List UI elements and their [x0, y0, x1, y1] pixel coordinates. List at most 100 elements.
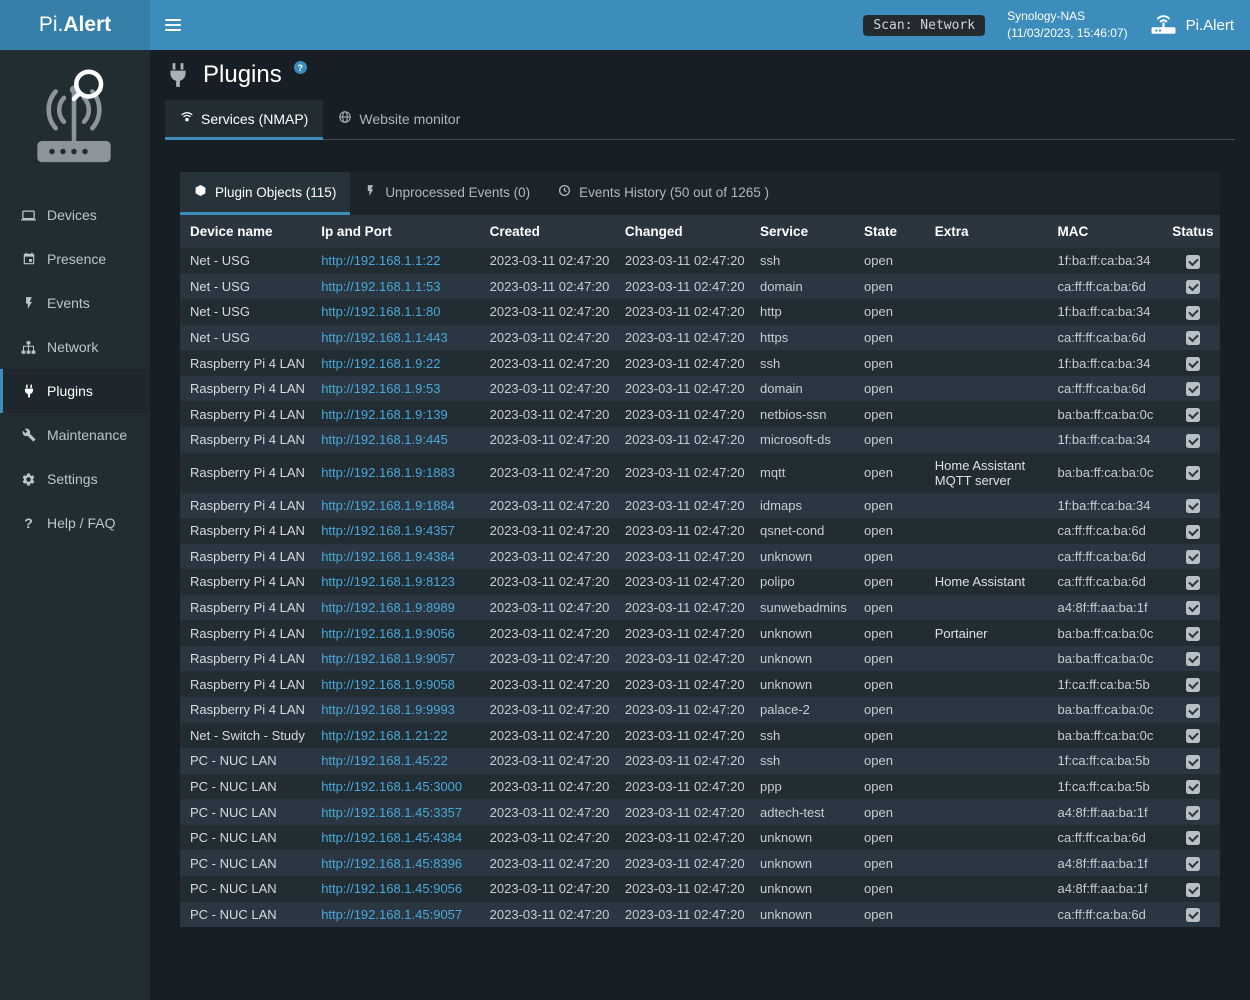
- sidebar-item-settings[interactable]: Settings: [0, 457, 150, 501]
- status-checkbox[interactable]: [1186, 678, 1200, 692]
- status-checkbox[interactable]: [1186, 331, 1200, 345]
- ip-port-link[interactable]: http://192.168.1.45:4384: [321, 830, 462, 845]
- clock-icon: [558, 184, 571, 200]
- ip-port-link[interactable]: http://192.168.1.1:53: [321, 279, 440, 294]
- cell-state: open: [858, 401, 929, 427]
- ip-port-link[interactable]: http://192.168.1.9:9058: [321, 677, 455, 692]
- col-header-state[interactable]: State: [858, 215, 929, 248]
- sidebar-item-label: Plugins: [47, 383, 93, 399]
- col-header-ip-and-port[interactable]: Ip and Port: [315, 215, 483, 248]
- ip-port-link[interactable]: http://192.168.1.9:8989: [321, 600, 455, 615]
- ip-port-link[interactable]: http://192.168.1.9:22: [321, 356, 440, 371]
- ip-port-link[interactable]: http://192.168.1.9:9057: [321, 651, 455, 666]
- ip-port-link[interactable]: http://192.168.1.45:22: [321, 753, 448, 768]
- cell-created: 2023-03-11 02:47:20: [484, 299, 619, 325]
- col-header-created[interactable]: Created: [484, 215, 619, 248]
- subtab-label: Plugin Objects (115): [215, 185, 336, 200]
- subtab-unprocessed-events[interactable]: Unprocessed Events (0): [350, 172, 544, 215]
- ip-port-link[interactable]: http://192.168.1.45:9057: [321, 907, 462, 922]
- status-checkbox[interactable]: [1186, 306, 1200, 320]
- ip-port-link[interactable]: http://192.168.1.9:8123: [321, 574, 455, 589]
- cell-mac: ba:ba:ff:ca:ba:0c: [1051, 401, 1165, 427]
- sidebar-item-network[interactable]: Network: [0, 325, 150, 369]
- status-checkbox[interactable]: [1186, 729, 1200, 743]
- col-header-device-name[interactable]: Device name: [180, 215, 315, 248]
- status-checkbox[interactable]: [1186, 499, 1200, 513]
- sidebar-item-help-faq[interactable]: ? Help / FAQ: [0, 501, 150, 545]
- sidebar-item-devices[interactable]: Devices: [0, 193, 150, 237]
- help-badge[interactable]: ?: [294, 61, 307, 74]
- status-checkbox[interactable]: [1186, 755, 1200, 769]
- cell-state: open: [858, 774, 929, 800]
- sidebar: Devices Presence Events Network Plugins …: [0, 50, 150, 1000]
- status-checkbox[interactable]: [1186, 408, 1200, 422]
- cell-extra: Portainer: [929, 620, 1052, 646]
- status-checkbox[interactable]: [1186, 806, 1200, 820]
- ip-port-link[interactable]: http://192.168.1.9:53: [321, 381, 440, 396]
- cell-ip-port: http://192.168.1.21:22: [315, 723, 483, 749]
- cell-device-name: Net - USG: [180, 274, 315, 300]
- ip-port-link[interactable]: http://192.168.1.45:3000: [321, 779, 462, 794]
- ip-port-link[interactable]: http://192.168.1.9:1884: [321, 498, 455, 513]
- tab-website-monitor[interactable]: Website monitor: [323, 100, 475, 140]
- subtab-plugin-objects[interactable]: Plugin Objects (115): [180, 172, 350, 215]
- cell-created: 2023-03-11 02:47:20: [484, 697, 619, 723]
- status-checkbox[interactable]: [1186, 255, 1200, 269]
- status-checkbox[interactable]: [1186, 652, 1200, 666]
- table-row: Net - USGhttp://192.168.1.1:532023-03-11…: [180, 274, 1220, 300]
- ip-port-link[interactable]: http://192.168.1.45:9056: [321, 881, 462, 896]
- cell-status: [1166, 748, 1220, 774]
- cell-ip-port: http://192.168.1.9:1884: [315, 493, 483, 519]
- col-header-service[interactable]: Service: [754, 215, 858, 248]
- cell-mac: ca:ff:ff:ca:ba:6d: [1051, 825, 1165, 851]
- status-checkbox[interactable]: [1186, 434, 1200, 448]
- status-checkbox[interactable]: [1186, 525, 1200, 539]
- subtab-events-history[interactable]: Events History (50 out of 1265 ): [544, 172, 783, 215]
- cell-state: open: [858, 350, 929, 376]
- status-checkbox[interactable]: [1186, 601, 1200, 615]
- ip-port-link[interactable]: http://192.168.1.1:80: [321, 304, 440, 319]
- cell-extra: [929, 493, 1052, 519]
- sidebar-item-maintenance[interactable]: Maintenance: [0, 413, 150, 457]
- table-row: Raspberry Pi 4 LANhttp://192.168.1.9:435…: [180, 518, 1220, 544]
- status-checkbox[interactable]: [1186, 357, 1200, 371]
- gear-icon: [20, 472, 37, 487]
- sidebar-toggle-button[interactable]: [150, 0, 196, 50]
- status-checkbox[interactable]: [1186, 550, 1200, 564]
- status-checkbox[interactable]: [1186, 382, 1200, 396]
- sidebar-item-plugins[interactable]: Plugins: [0, 369, 150, 413]
- status-checkbox[interactable]: [1186, 627, 1200, 641]
- ip-port-link[interactable]: http://192.168.1.1:22: [321, 253, 440, 268]
- sidebar-item-presence[interactable]: Presence: [0, 237, 150, 281]
- status-checkbox[interactable]: [1186, 466, 1200, 480]
- sidebar-item-events[interactable]: Events: [0, 281, 150, 325]
- ip-port-link[interactable]: http://192.168.1.1:443: [321, 330, 448, 345]
- status-checkbox[interactable]: [1186, 280, 1200, 294]
- ip-port-link[interactable]: http://192.168.1.9:4357: [321, 523, 455, 538]
- tab-services-nmap[interactable]: Services (NMAP): [165, 100, 323, 140]
- status-checkbox[interactable]: [1186, 857, 1200, 871]
- ip-port-link[interactable]: http://192.168.1.21:22: [321, 728, 448, 743]
- status-checkbox[interactable]: [1186, 704, 1200, 718]
- ip-port-link[interactable]: http://192.168.1.45:8396: [321, 856, 462, 871]
- status-checkbox[interactable]: [1186, 780, 1200, 794]
- ip-port-link[interactable]: http://192.168.1.9:445: [321, 432, 448, 447]
- cell-state: open: [858, 799, 929, 825]
- col-header-mac[interactable]: MAC: [1051, 215, 1165, 248]
- status-checkbox[interactable]: [1186, 908, 1200, 922]
- status-checkbox[interactable]: [1186, 883, 1200, 897]
- ip-port-link[interactable]: http://192.168.1.9:9993: [321, 702, 455, 717]
- app-logo[interactable]: Pi.Alert: [0, 0, 150, 50]
- cell-service: unknown: [754, 544, 858, 570]
- status-checkbox[interactable]: [1186, 831, 1200, 845]
- status-checkbox[interactable]: [1186, 576, 1200, 590]
- col-header-status[interactable]: Status: [1166, 215, 1220, 248]
- ip-port-link[interactable]: http://192.168.1.9:4384: [321, 549, 455, 564]
- ip-port-link[interactable]: http://192.168.1.9:9056: [321, 626, 455, 641]
- col-header-changed[interactable]: Changed: [619, 215, 754, 248]
- ip-port-link[interactable]: http://192.168.1.9:1883: [321, 465, 455, 480]
- col-header-extra[interactable]: Extra: [929, 215, 1052, 248]
- ip-port-link[interactable]: http://192.168.1.9:139: [321, 407, 448, 422]
- cell-mac: ca:ff:ff:ca:ba:6d: [1051, 902, 1165, 928]
- ip-port-link[interactable]: http://192.168.1.45:3357: [321, 805, 462, 820]
